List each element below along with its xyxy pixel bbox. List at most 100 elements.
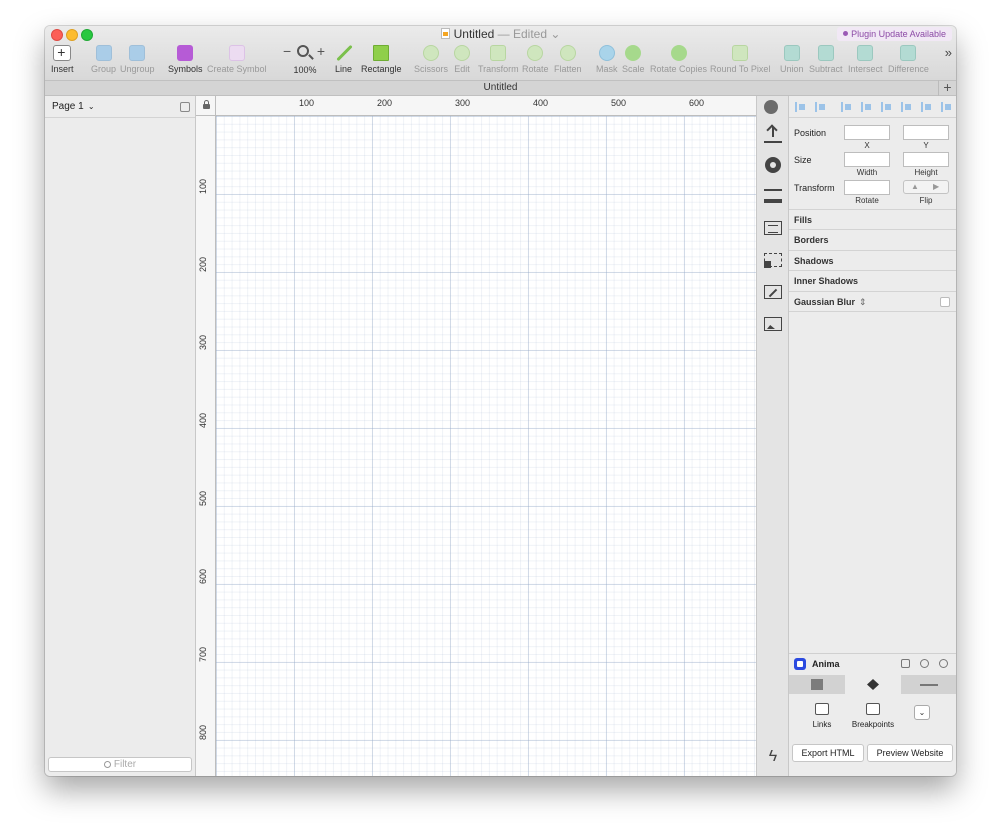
tab-untitled[interactable]: Untitled [45,82,956,93]
flatten-button[interactable]: Flatten [554,45,582,74]
document-icon [440,28,450,39]
width-input[interactable] [844,152,890,167]
subtract-button[interactable]: Subtract [809,45,843,74]
align-right-icon[interactable] [881,102,891,112]
preview-website-button[interactable]: Preview Website [867,744,953,762]
scale-button[interactable]: Scale [622,45,645,74]
align-top-icon[interactable] [901,102,911,112]
layer-filter-input[interactable]: Filter [48,757,192,772]
inspector-panel: Position X Y Size Width Height Transform… [789,96,956,776]
height-label: Height [914,168,938,177]
align-center-icon[interactable] [861,102,871,112]
intersect-button[interactable]: Intersect [848,45,883,74]
zoom-level: 100% [293,65,317,75]
position-x-input[interactable] [844,125,890,140]
canvas-grid[interactable] [216,116,756,776]
alignment-toolbar [789,96,956,118]
chevron-down-icon: ⌄ [918,708,926,717]
chevron-down-icon: ⌄ [547,27,561,41]
compass-icon[interactable] [939,659,948,668]
data-list-icon[interactable] [764,221,782,235]
links-button[interactable]: Links [797,703,847,729]
add-image-icon[interactable] [764,317,782,331]
layers-panel: Page 1 ⌄ Filter [45,96,196,776]
hexagon-icon[interactable] [765,157,781,173]
zoom-out-button[interactable]: − [283,43,291,59]
lightning-icon[interactable]: ϟ [764,748,782,766]
chevron-down-icon: ⌄ [85,102,95,111]
stack-icon[interactable] [764,189,782,203]
more-dropdown[interactable]: ⌄ [914,705,930,720]
scissors-button[interactable]: Scissors [414,45,448,74]
rectangle-button[interactable]: Rectangle [361,45,402,74]
edit-button[interactable]: Edit [454,45,470,74]
duplicate-icon[interactable] [764,253,782,268]
create-symbol-icon [228,45,245,61]
mask-button[interactable]: Mask [596,45,618,74]
shadows-section[interactable]: Shadows [789,250,956,270]
export-html-button[interactable]: Export HTML [792,744,864,762]
rotate-copies-button[interactable]: Rotate Copies [650,45,707,74]
height-input[interactable] [903,152,949,167]
window-title[interactable]: Untitled — Edited ⌄ [45,27,956,41]
breakpoints-icon [866,703,880,715]
create-symbol-button[interactable]: Create Symbol [207,45,267,74]
align-bottom-icon[interactable] [941,102,951,112]
position-y-input[interactable] [903,125,949,140]
page-name[interactable]: Page 1 ⌄ [52,101,95,112]
y-label: Y [923,141,929,150]
plugin-icon-strip: ϟ [756,96,789,776]
mask-icon [598,45,615,61]
toolbar-overflow-button[interactable]: » [945,45,952,60]
panel-toggle-icon[interactable] [901,659,910,668]
distribute-horizontal-icon[interactable] [795,102,805,112]
tab-website[interactable] [845,675,901,694]
inner-shadows-section[interactable]: Inner Shadows [789,270,956,290]
gaussian-blur-checkbox[interactable] [940,297,950,307]
flip-buttons[interactable] [903,180,949,194]
add-tab-button[interactable]: + [938,80,956,96]
x-label: X [864,141,870,150]
fills-section[interactable]: Fills [789,209,956,229]
round-to-pixel-button[interactable]: Round To Pixel [710,45,770,74]
layout-icon [811,679,823,690]
gear-icon[interactable] [920,659,929,668]
group-icon [95,45,112,61]
breakpoints-button[interactable]: Breakpoints [848,703,898,729]
gaussian-blur-section[interactable]: Gaussian Blur ⇕ [789,291,956,312]
export-icon[interactable] [764,125,782,143]
ruler-label: 500 [198,490,208,506]
rotate-label: Rotate [855,196,879,205]
symbols-button[interactable]: Symbols [168,45,203,74]
tab-layout[interactable] [789,675,845,694]
canvas[interactable]: 100 200 300 400 500 600 100 200 300 400 … [196,96,756,776]
align-left-icon[interactable] [841,102,851,112]
flow-icon [920,684,938,686]
ungroup-button[interactable]: Ungroup [120,45,155,74]
rotate-button[interactable]: Rotate [522,45,549,74]
difference-button[interactable]: Difference [888,45,929,74]
zoom-in-button[interactable]: + [317,43,325,59]
vertical-ruler[interactable]: 100 200 300 400 500 600 700 800 [196,116,216,776]
resize-icon[interactable] [764,285,782,299]
horizontal-ruler[interactable]: 100 200 300 400 500 600 [216,96,756,116]
align-middle-icon[interactable] [921,102,931,112]
rotate-input[interactable] [844,180,890,195]
transform-button[interactable]: Transform [478,45,519,74]
page-selector[interactable]: Page 1 ⌄ [45,96,195,118]
toggle-pages-icon[interactable] [180,102,190,112]
union-button[interactable]: Union [780,45,804,74]
group-button[interactable]: Group [91,45,116,74]
plugin-update-badge[interactable]: Plugin Update Available [837,27,952,41]
lock-icon[interactable] [203,100,210,109]
borders-section[interactable]: Borders [789,229,956,249]
insert-button[interactable]: Insert [51,44,74,74]
tab-prototype[interactable] [901,675,956,694]
ruler-label: 300 [198,334,208,350]
page-name-label: Page 1 [52,101,84,112]
line-button[interactable]: Line [335,45,352,74]
distribute-vertical-icon[interactable] [815,102,825,112]
inner-shadows-label: Inner Shadows [794,276,859,286]
craft-logo-icon[interactable] [764,100,778,114]
stepper-chevron-icon[interactable]: ⇕ [859,297,867,307]
